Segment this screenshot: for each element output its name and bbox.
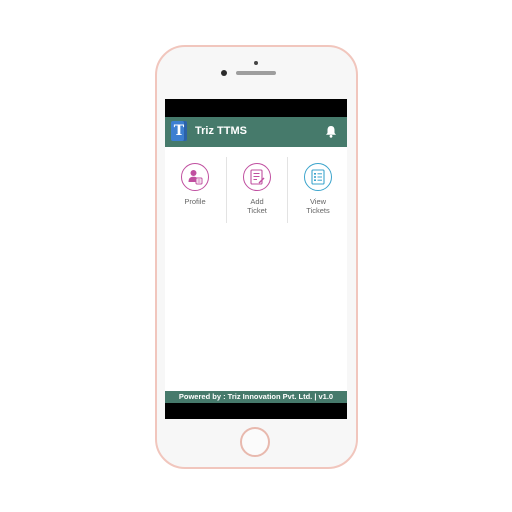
phone-camera — [221, 70, 227, 76]
add-ticket-icon — [243, 163, 271, 191]
powered-by-footer: Powered by : Triz Innovation Pvt. Ltd. |… — [165, 391, 347, 403]
app-title: Triz TTMS — [195, 125, 247, 137]
app-logo: T — [171, 121, 187, 141]
menu-label-view-tickets: View Tickets — [306, 197, 330, 215]
menu-item-profile[interactable]: Profile — [165, 157, 225, 223]
phone-speaker — [236, 71, 276, 75]
menu-grid: Profile Add Ticket View Tickets — [165, 157, 347, 223]
notification-bell-icon[interactable] — [325, 125, 337, 138]
app-screen: T Triz TTMS Profile Add Ticket View Tick… — [165, 99, 347, 419]
app-bar: T Triz TTMS — [165, 117, 347, 147]
user-profile-icon — [181, 163, 209, 191]
navigation-bar — [165, 403, 347, 419]
phone-sensor — [254, 61, 258, 65]
menu-item-add-ticket[interactable]: Add Ticket — [226, 157, 286, 223]
view-tickets-icon — [304, 163, 332, 191]
menu-item-view-tickets[interactable]: View Tickets — [287, 157, 347, 223]
status-bar — [165, 99, 347, 117]
home-button[interactable] — [240, 427, 270, 457]
menu-label-profile: Profile — [184, 197, 206, 206]
menu-label-add-ticket: Add Ticket — [247, 197, 267, 215]
